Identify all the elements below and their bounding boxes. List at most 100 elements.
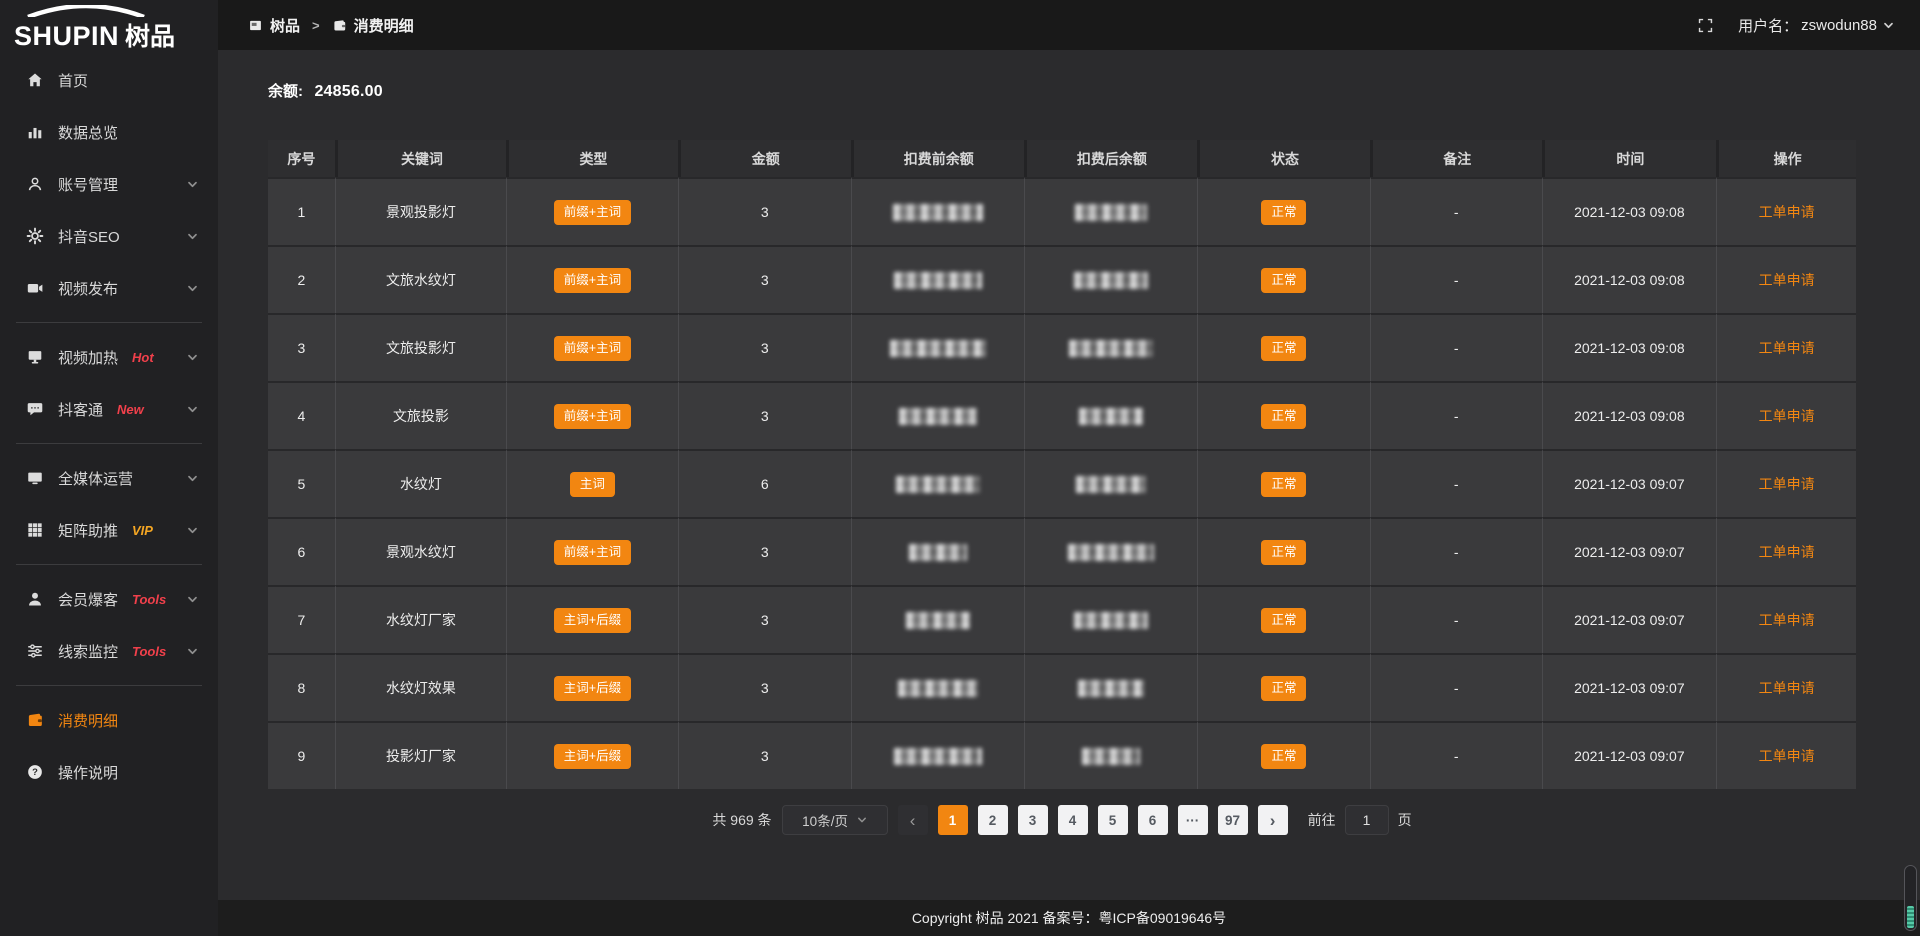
chevron-down-icon [187, 179, 198, 190]
cell-type: 主词+后缀 [506, 721, 678, 789]
work-order-link[interactable]: 工单申请 [1759, 544, 1815, 560]
sidebar-item-video-heat[interactable]: 视频加热 Hot [0, 331, 218, 383]
cell-time: 2021-12-03 09:08 [1542, 245, 1717, 313]
fullscreen-icon[interactable] [1697, 17, 1714, 34]
cell-status: 正常 [1197, 449, 1370, 517]
masked-value [1076, 476, 1146, 493]
more-pages-button[interactable]: ··· [1178, 805, 1208, 835]
logo-arc-icon [22, 5, 150, 17]
sidebar-item-lead-monitor[interactable]: 线索监控 Tools [0, 625, 218, 677]
next-page-button[interactable] [1258, 805, 1288, 835]
goto-page-input[interactable] [1345, 805, 1389, 835]
sidebar: SHUPIN 树品 首页 数据总览 账号管理 抖音SEO [0, 0, 218, 936]
column-header: 类型 [506, 140, 678, 177]
cell-type: 前缀+主词 [506, 245, 678, 313]
sidebar-item-operation-guide[interactable]: ? 操作说明 [0, 746, 218, 798]
cell-type: 前缀+主词 [506, 177, 678, 245]
logo[interactable]: SHUPIN 树品 [0, 0, 218, 52]
sidebar-item-member-burst[interactable]: 会员爆客 Tools [0, 573, 218, 625]
status-badge: 正常 [1261, 268, 1306, 293]
page-button-5[interactable]: 5 [1098, 805, 1128, 835]
scrollbar[interactable] [1904, 865, 1917, 931]
cell-amount: 3 [678, 721, 851, 789]
cell-balance-after [1024, 449, 1197, 517]
cell-keyword: 水纹灯 [335, 449, 507, 517]
work-order-link[interactable]: 工单申请 [1759, 204, 1815, 220]
cell-remark: - [1370, 585, 1542, 653]
table-row: 7 水纹灯厂家 主词+后缀 3 正常 - 2021-12-03 09:07 工单… [268, 585, 1856, 653]
cell-balance-before [851, 381, 1024, 449]
masked-value [1075, 204, 1147, 221]
page-button-1[interactable]: 1 [938, 805, 968, 835]
cell-status: 正常 [1197, 313, 1370, 381]
page-button-3[interactable]: 3 [1018, 805, 1048, 835]
cell-keyword: 景观水纹灯 [335, 517, 507, 585]
chevron-down-icon [187, 352, 198, 363]
cell-remark: - [1370, 381, 1542, 449]
sidebar-item-consume-detail[interactable]: 消费明细 [0, 694, 218, 746]
masked-value [1082, 748, 1140, 765]
cell-balance-after [1024, 721, 1197, 789]
type-badge: 主词 [570, 472, 615, 497]
cell-action: 工单申请 [1716, 585, 1856, 653]
masked-value [890, 340, 986, 357]
cell-status: 正常 [1197, 653, 1370, 721]
copyright-text: Copyright 树品 2021 备案号：粤ICP备09019646号 [912, 908, 1226, 928]
work-order-link[interactable]: 工单申请 [1759, 340, 1815, 356]
page-size-select[interactable]: 10条/页 [782, 805, 888, 835]
user-menu[interactable]: 用户名： zswodun88 [1738, 15, 1894, 36]
sidebar-item-douyin-seo[interactable]: 抖音SEO [0, 210, 218, 262]
masked-value [893, 204, 983, 221]
cell-action: 工单申请 [1716, 517, 1856, 585]
cell-keyword: 投影灯厂家 [335, 721, 507, 789]
breadcrumb-item-shupin[interactable]: 树品 [248, 15, 300, 36]
sidebar-item-video-publish[interactable]: 视频发布 [0, 262, 218, 314]
work-order-link[interactable]: 工单申请 [1759, 612, 1815, 628]
cell-keyword: 文旅投影灯 [335, 313, 507, 381]
cell-balance-before [851, 653, 1024, 721]
consumption-table: 序号关键词类型金额扣费前余额扣费后余额状态备注时间操作 1 景观投影灯 前缀+主… [268, 140, 1856, 789]
prev-page-button[interactable] [898, 805, 928, 835]
sidebar-item-account-management[interactable]: 账号管理 [0, 158, 218, 210]
column-header: 金额 [678, 140, 851, 177]
work-order-link[interactable]: 工单申请 [1759, 680, 1815, 696]
breadcrumb-label: 消费明细 [354, 15, 414, 36]
breadcrumb-item-consume-detail[interactable]: 消费明细 [332, 15, 414, 36]
page-button-4[interactable]: 4 [1058, 805, 1088, 835]
cell-amount: 3 [678, 517, 851, 585]
page-button-97[interactable]: 97 [1218, 805, 1248, 835]
cell-index: 3 [268, 313, 335, 381]
type-badge: 前缀+主词 [554, 268, 631, 293]
sidebar-item-matrix-boost[interactable]: 矩阵助推 VIP [0, 504, 218, 556]
cell-amount: 3 [678, 245, 851, 313]
sidebar-item-all-media-operation[interactable]: 全媒体运营 [0, 452, 218, 504]
topbar-right: 用户名： zswodun88 [1697, 15, 1894, 36]
status-badge: 正常 [1261, 336, 1306, 361]
cell-index: 2 [268, 245, 335, 313]
masked-value [894, 748, 982, 765]
cell-amount: 3 [678, 177, 851, 245]
cell-balance-after [1024, 517, 1197, 585]
sidebar-item-label: 全媒体运营 [58, 468, 133, 489]
sidebar-item-label: 抖客通 [58, 399, 103, 420]
sidebar-item-douketong[interactable]: 抖客通 New [0, 383, 218, 435]
cell-balance-after [1024, 585, 1197, 653]
page-button-6[interactable]: 6 [1138, 805, 1168, 835]
goto-page: 前往 页 [1308, 805, 1412, 835]
scrollbar-thumb[interactable] [1907, 906, 1914, 928]
table-header: 序号关键词类型金额扣费前余额扣费后余额状态备注时间操作 [268, 140, 1856, 177]
cell-keyword: 水纹灯效果 [335, 653, 507, 721]
cell-remark: - [1370, 653, 1542, 721]
type-badge: 前缀+主词 [554, 404, 631, 429]
page-buttons: 123456 ··· 97 [938, 805, 1248, 835]
work-order-link[interactable]: 工单申请 [1759, 272, 1815, 288]
work-order-link[interactable]: 工单申请 [1759, 476, 1815, 492]
sidebar-item-home[interactable]: 首页 [0, 54, 218, 106]
work-order-link[interactable]: 工单申请 [1759, 408, 1815, 424]
work-order-link[interactable]: 工单申请 [1759, 748, 1815, 764]
cell-amount: 3 [678, 381, 851, 449]
cell-action: 工单申请 [1716, 177, 1856, 245]
cell-amount: 3 [678, 653, 851, 721]
page-button-2[interactable]: 2 [978, 805, 1008, 835]
sidebar-item-data-overview[interactable]: 数据总览 [0, 106, 218, 158]
